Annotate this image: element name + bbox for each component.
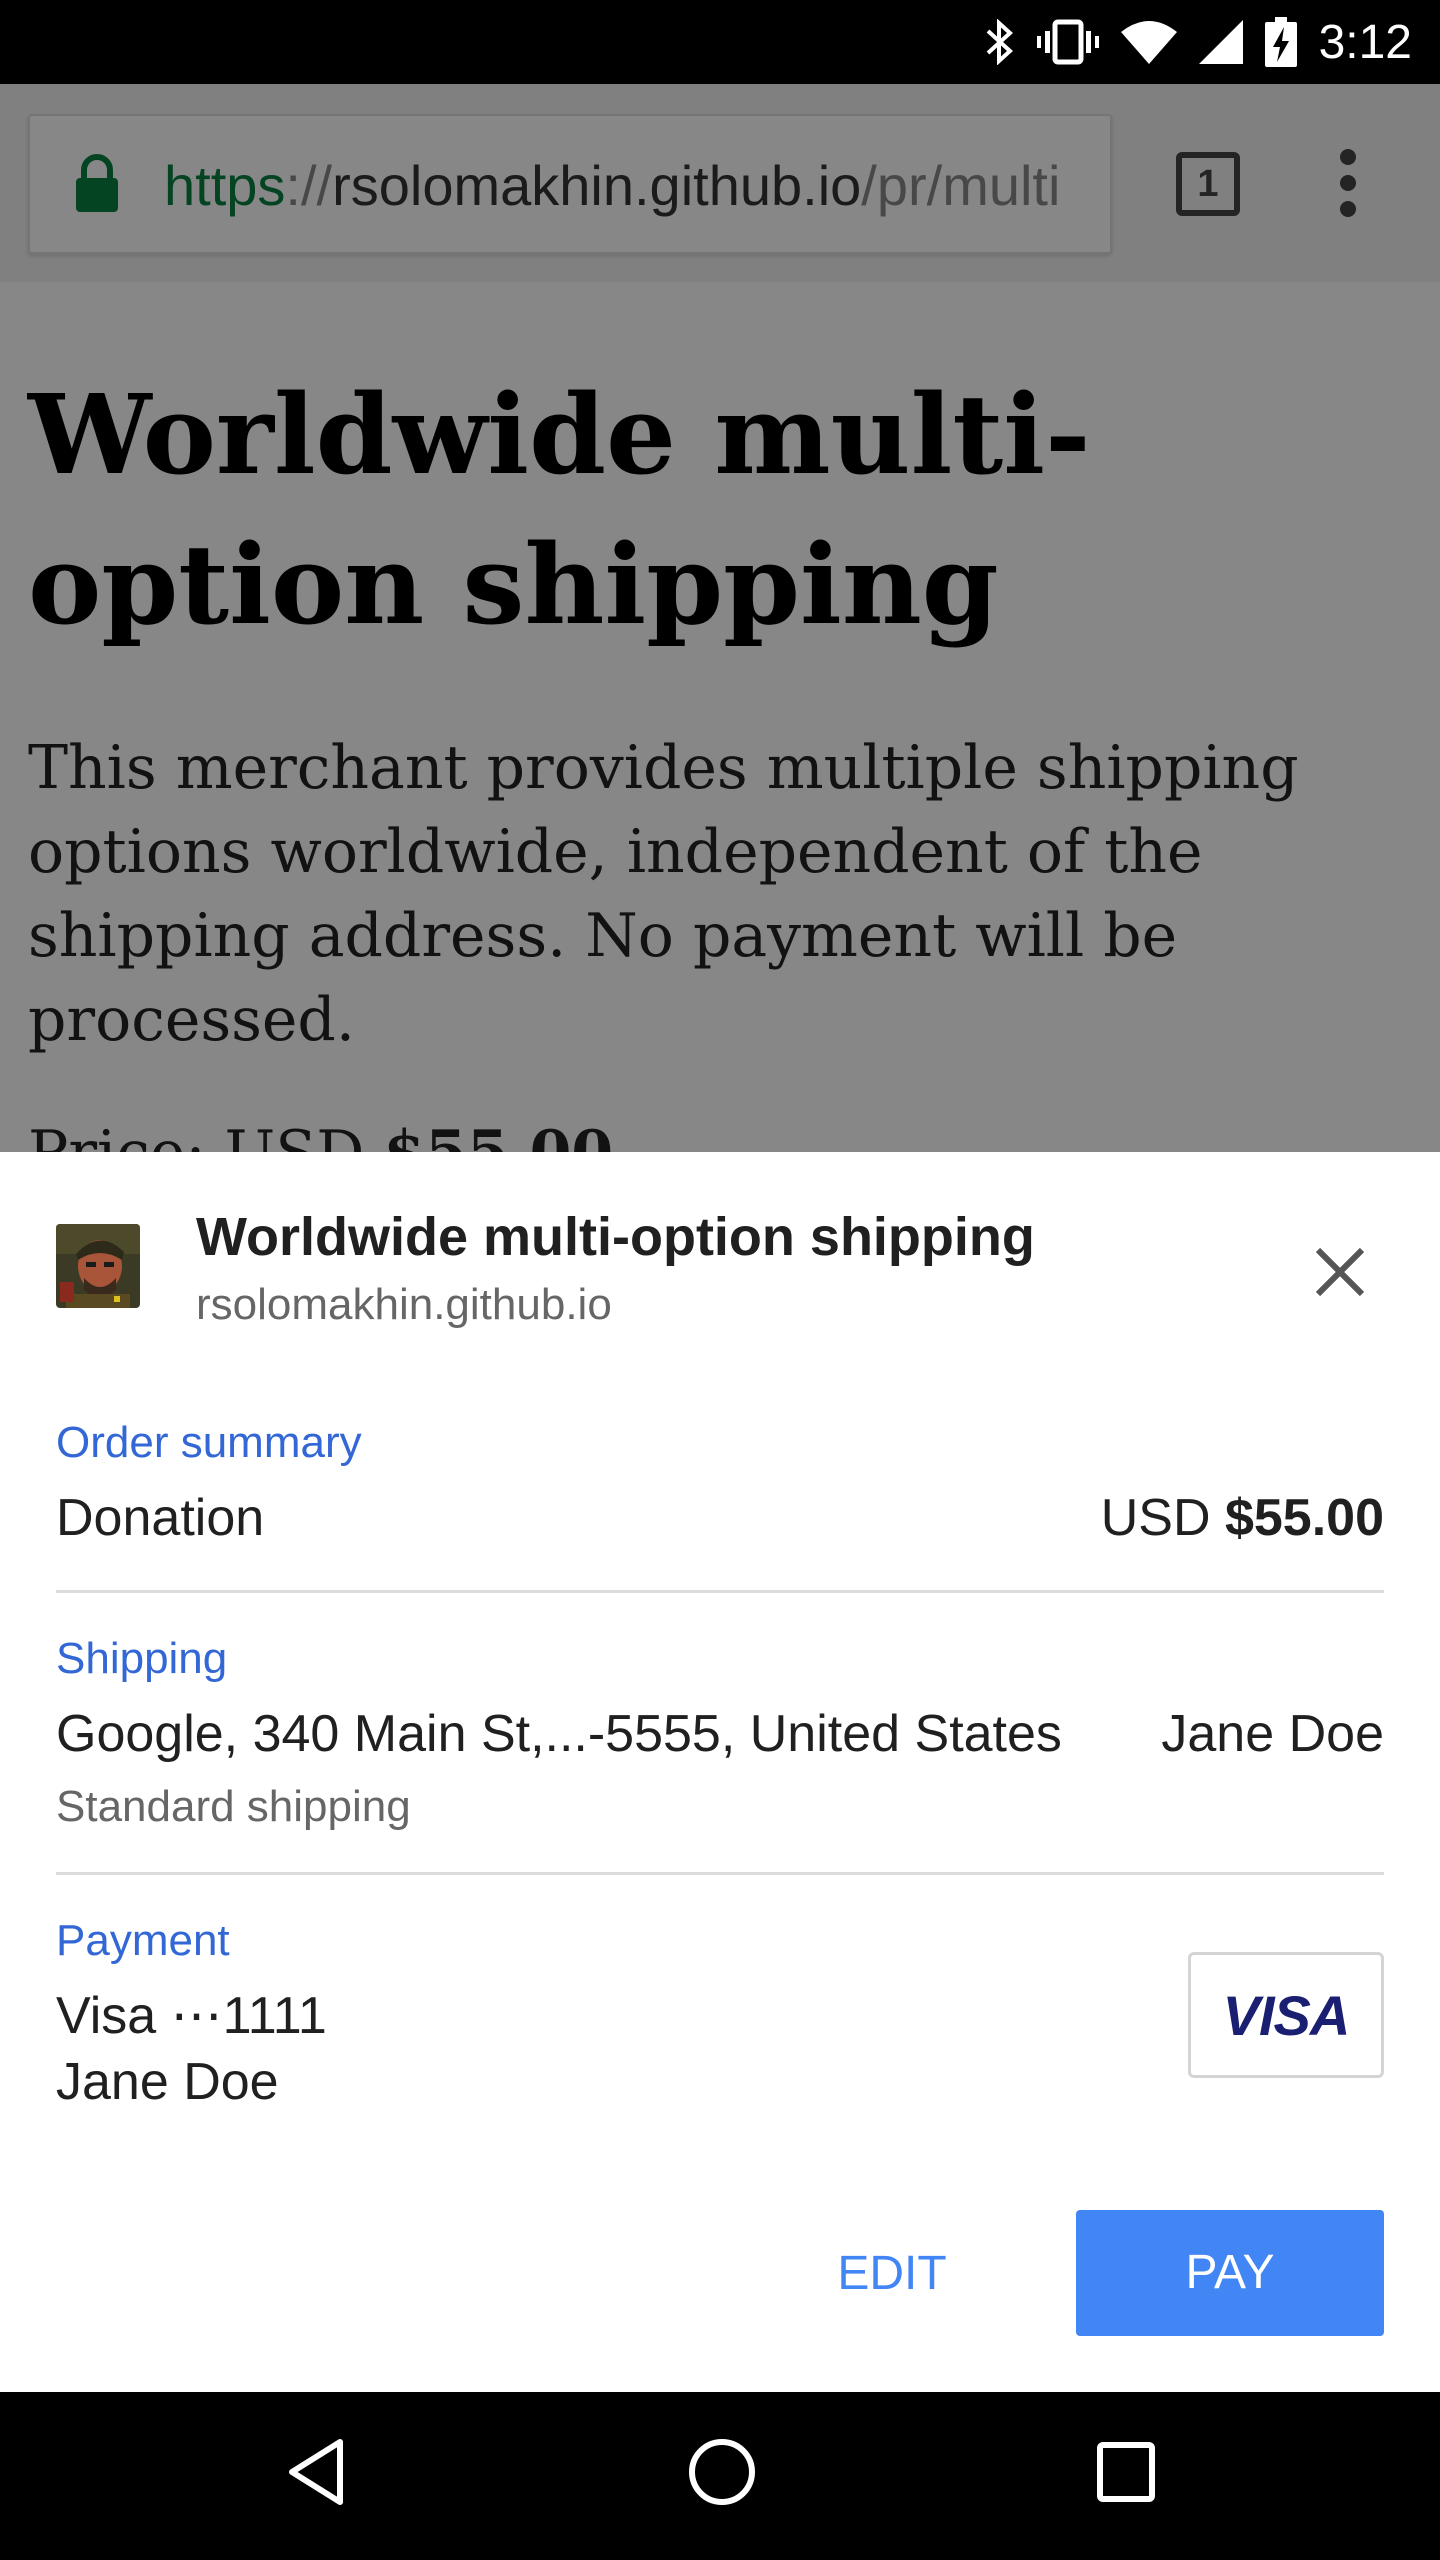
payment-holder[interactable]: Jane Doe <box>56 2052 279 2112</box>
status-icons: 3:12 <box>985 0 1412 84</box>
order-item[interactable]: Donation <box>56 1488 264 1548</box>
navigation-bar <box>0 2392 1440 2560</box>
sheet-origin: rsolomakhin.github.io <box>196 1280 612 1329</box>
modal-scrim[interactable] <box>0 84 1440 1152</box>
shipping-label[interactable]: Shipping <box>56 1634 227 1684</box>
visa-card-icon: VISA <box>1188 1952 1384 2078</box>
recents-icon[interactable] <box>1094 2436 1158 2513</box>
wifi-icon <box>1120 20 1177 64</box>
back-icon[interactable] <box>284 2436 348 2513</box>
battery-charging-icon <box>1264 17 1297 67</box>
divider <box>56 1590 1384 1593</box>
payment-sheet: Worldwide multi-option shipping rsolomak… <box>0 1152 1440 2392</box>
order-amount: $55.00 <box>1224 1489 1384 1547</box>
signal-icon <box>1198 20 1243 64</box>
payment-card[interactable]: Visa ⋯1111 <box>56 1986 327 2046</box>
home-icon[interactable] <box>686 2436 758 2513</box>
sheet-title: Worldwide multi-option shipping <box>196 1207 1035 1267</box>
shipping-name[interactable]: Jane Doe <box>1161 1704 1384 1764</box>
order-total[interactable]: USD $55.00 <box>1101 1488 1384 1548</box>
divider <box>56 1872 1384 1875</box>
status-time: 3:12 <box>1318 15 1412 69</box>
edit-button[interactable]: EDIT <box>820 2212 964 2336</box>
bluetooth-icon <box>985 19 1015 65</box>
merchant-logo <box>56 1224 140 1308</box>
shipping-address[interactable]: Google, 340 Main St,...-5555, United Sta… <box>56 1704 1062 1764</box>
shipping-option[interactable]: Standard shipping <box>56 1782 411 1832</box>
close-button[interactable] <box>1300 1232 1380 1312</box>
status-bar: 3:12 <box>0 0 1440 84</box>
order-summary-label[interactable]: Order summary <box>56 1418 362 1468</box>
vibrate-icon <box>1036 19 1099 65</box>
payment-label[interactable]: Payment <box>56 1916 230 1966</box>
order-currency: USD <box>1100 1489 1211 1547</box>
pay-button[interactable]: PAY <box>1076 2210 1384 2336</box>
close-icon <box>1315 1247 1365 1297</box>
